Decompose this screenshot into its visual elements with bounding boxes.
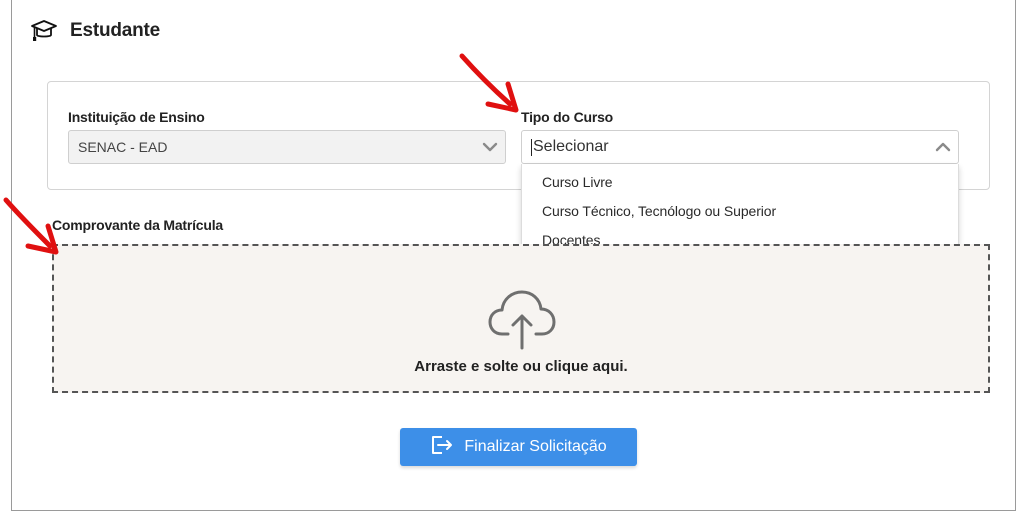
course-type-select[interactable]: Selecionar [521,130,959,164]
page-title: Estudante [70,20,161,41]
course-type-placeholder: Selecionar [533,138,609,155]
chevron-down-icon [481,139,499,158]
institution-label: Instituição de Ensino [68,109,205,125]
finalize-request-label: Finalizar Solicitação [464,438,607,455]
course-type-label: Tipo do Curso [521,109,614,125]
annotation-arrow-icon [2,196,60,261]
finalize-request-button[interactable]: Finalizar Solicitação [400,428,637,466]
dropdown-option-curso-livre[interactable]: Curso Livre [542,174,613,190]
annotation-arrow-icon [458,52,520,119]
graduation-cap-icon [30,18,58,44]
page-header: Estudante [30,18,160,44]
institution-value: SENAC - EAD [78,139,168,155]
text-cursor [531,138,532,156]
chevron-up-icon[interactable] [934,139,952,160]
dropdown-option-curso-tecnico[interactable]: Curso Técnico, Tecnólogo ou Superior [542,203,776,219]
upload-prompt: Arraste e solte ou clique aqui. [414,358,628,375]
upload-label: Comprovante da Matrícula [52,217,224,233]
upload-dropzone[interactable]: Arraste e solte ou clique aqui. [52,244,990,393]
institution-select[interactable]: SENAC - EAD [68,130,506,164]
cloud-upload-icon [488,288,556,355]
sign-out-icon [430,435,454,460]
